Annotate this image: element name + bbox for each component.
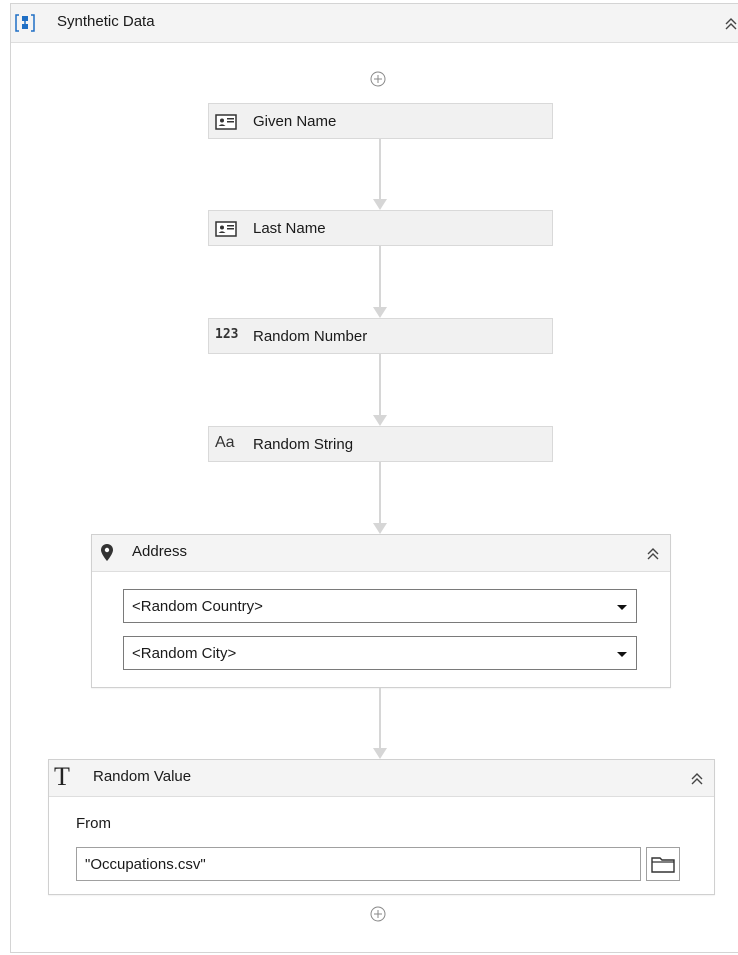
activity-label: Random Number [253, 328, 368, 345]
chevron-down-icon [617, 605, 627, 610]
flow-arrow [373, 139, 387, 210]
id-card-icon [215, 114, 237, 130]
activity-label: Last Name [253, 220, 326, 237]
flow-arrow [373, 246, 387, 318]
flow-arrow [373, 354, 387, 426]
activity-random-string[interactable]: Aa Random String [208, 426, 553, 462]
folder-icon [651, 857, 675, 873]
city-dropdown[interactable]: <Random City> [123, 636, 637, 670]
add-activity-icon[interactable] [370, 71, 386, 87]
activity-given-name[interactable]: Given Name [208, 103, 553, 139]
country-value: <Random Country> [132, 598, 263, 615]
text-t-icon: T [54, 762, 70, 791]
activity-label: Given Name [253, 113, 337, 130]
add-activity-icon[interactable] [370, 906, 386, 922]
browse-button[interactable] [646, 847, 680, 881]
sequence-header[interactable]: Synthetic Data [11, 4, 738, 43]
activity-last-name[interactable]: Last Name [208, 210, 553, 246]
sequence-icon [15, 14, 35, 32]
number-123-icon: 123 [215, 327, 239, 342]
double-chevron-up-icon[interactable] [690, 772, 704, 786]
chevron-down-icon [617, 652, 627, 657]
random-value-card: T Random Value From "Occupations.csv" [48, 759, 715, 895]
from-input[interactable]: "Occupations.csv" [76, 847, 641, 881]
city-value: <Random City> [132, 645, 237, 662]
id-card-icon [215, 221, 237, 237]
flow-arrow [373, 462, 387, 534]
location-pin-icon [101, 544, 113, 561]
from-label: From [76, 815, 111, 832]
random-value-header[interactable]: T Random Value [49, 760, 714, 797]
address-title: Address [132, 543, 188, 560]
country-dropdown[interactable]: <Random Country> [123, 589, 637, 623]
double-chevron-up-icon[interactable] [724, 17, 738, 31]
flow-arrow [373, 688, 387, 759]
address-header[interactable]: Address [92, 535, 670, 572]
double-chevron-up-icon[interactable] [646, 547, 660, 561]
sequence-title: Synthetic Data [57, 13, 155, 30]
activity-label: Random String [253, 436, 354, 453]
address-card: Address <Random Country> <Random City> [91, 534, 671, 688]
text-aa-icon: Aa [215, 434, 235, 451]
random-value-title: Random Value [93, 768, 192, 785]
from-value: "Occupations.csv" [85, 856, 206, 873]
activity-random-number[interactable]: 123 Random Number [208, 318, 553, 354]
